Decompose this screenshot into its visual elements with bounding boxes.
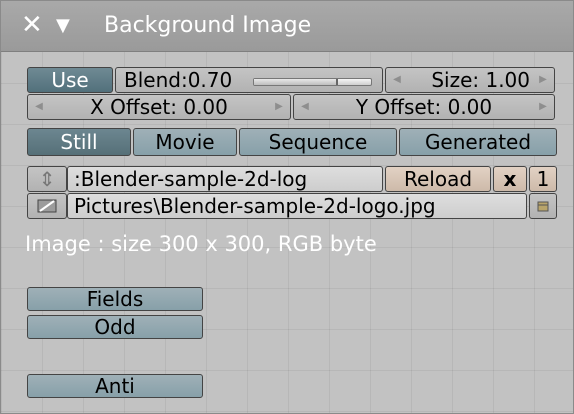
users-count: 1 [536, 167, 550, 191]
image-name-value: :Blender-sample-2d-log [74, 167, 308, 191]
image-browse-button[interactable]: ⇕ [27, 166, 67, 192]
odd-toggle[interactable]: Odd [27, 315, 203, 339]
y-offset-increment-icon[interactable]: ▶ [534, 95, 552, 119]
size-label: Size: 1.00 [431, 68, 530, 92]
blend-slider-track[interactable] [253, 78, 372, 86]
tab-still[interactable]: Still [27, 128, 131, 156]
file-browser-icon [37, 199, 57, 213]
panel-title: Background Image [104, 13, 312, 38]
size-increment-icon[interactable]: ▶ [534, 68, 552, 92]
fields-label: Fields [86, 287, 144, 311]
anti-label: Anti [95, 374, 135, 398]
image-path-field[interactable]: Pictures\Blender-sample-2d-logo.jpg [67, 193, 527, 219]
blend-slider[interactable]: Blend:0.70 [115, 67, 383, 93]
reload-label: Reload [403, 167, 473, 191]
x-offset-decrement-icon[interactable]: ◀ [30, 95, 48, 119]
anti-toggle[interactable]: Anti [27, 374, 203, 398]
tab-generated[interactable]: Generated [399, 128, 557, 156]
pack-image-button[interactable] [529, 193, 557, 219]
odd-label: Odd [94, 315, 136, 339]
y-offset-decrement-icon[interactable]: ◀ [296, 95, 314, 119]
tab-still-label: Still [60, 130, 98, 154]
background-image-panel: ✕ ▼ Background Image Use Blend:0.70 ◀ Si… [0, 0, 574, 414]
fields-toggle[interactable]: Fields [27, 287, 203, 311]
tab-movie[interactable]: Movie [133, 128, 237, 156]
tab-generated-label: Generated [424, 130, 532, 154]
unlink-image-button[interactable]: x [493, 166, 527, 192]
y-offset-field[interactable]: ◀ Y Offset: 0.00 ▶ [293, 94, 555, 120]
image-name-field[interactable]: :Blender-sample-2d-log [67, 166, 383, 192]
use-label: Use [51, 68, 89, 92]
users-count-button[interactable]: 1 [529, 166, 557, 192]
use-toggle[interactable]: Use [27, 67, 113, 93]
tab-sequence[interactable]: Sequence [239, 128, 397, 156]
reload-button[interactable]: Reload [385, 166, 491, 192]
browse-icon: ⇕ [38, 167, 56, 191]
size-decrement-icon[interactable]: ◀ [388, 68, 406, 92]
x-offset-increment-icon[interactable]: ▶ [270, 95, 288, 119]
y-offset-label: Y Offset: 0.00 [355, 95, 493, 119]
x-offset-field[interactable]: ◀ X Offset: 0.00 ▶ [27, 94, 291, 120]
close-icon[interactable]: ✕ [21, 11, 43, 39]
image-path-value: Pictures\Blender-sample-2d-logo.jpg [74, 194, 436, 218]
collapse-icon[interactable]: ▼ [56, 15, 70, 37]
image-info-text: Image : size 300 x 300, RGB byte [25, 232, 377, 256]
blend-label: Blend:0.70 [124, 68, 233, 92]
package-icon [537, 201, 549, 212]
panel-header: ✕ ▼ Background Image [1, 1, 573, 52]
tab-movie-label: Movie [155, 130, 215, 154]
tab-sequence-label: Sequence [268, 130, 368, 154]
size-field[interactable]: ◀ Size: 1.00 ▶ [385, 67, 555, 93]
unlink-icon: x [503, 167, 517, 191]
x-offset-label: X Offset: 0.00 [90, 95, 228, 119]
file-browse-button[interactable] [27, 193, 67, 219]
blend-slider-fill [254, 79, 338, 85]
